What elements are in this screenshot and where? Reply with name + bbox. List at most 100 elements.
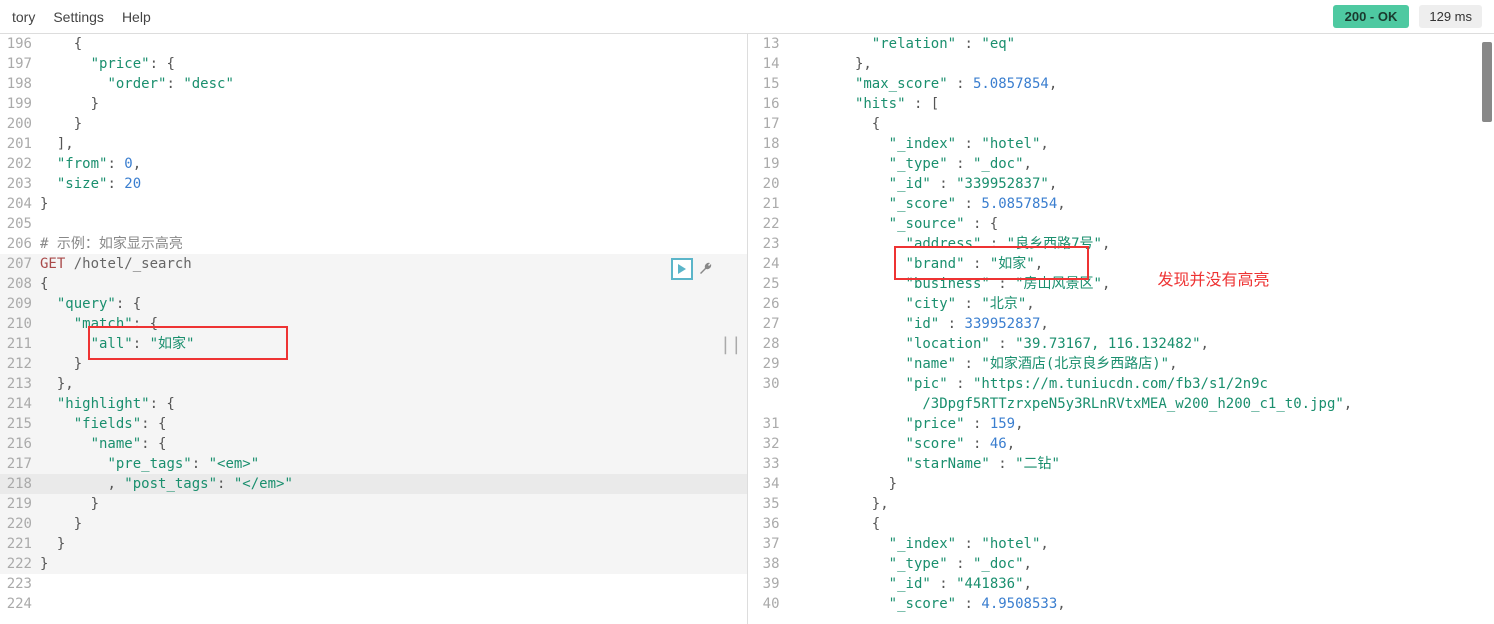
code-line[interactable]: 214 "highlight": { (0, 394, 747, 414)
wrench-icon[interactable] (695, 258, 717, 280)
line-content[interactable]: /3Dpgf5RTTzrxpeN5y3RLnRVtxMEA_w200_h200_… (788, 394, 1494, 414)
code-line[interactable]: 215 "fields": { (0, 414, 747, 434)
line-content[interactable]: GET /hotel/_search (40, 254, 747, 274)
code-line[interactable]: 33 "starName" : "二钻" (748, 454, 1494, 474)
code-line[interactable]: 200 } (0, 114, 747, 134)
code-line[interactable]: 35 }, (748, 494, 1494, 514)
code-line[interactable]: 216 "name": { (0, 434, 747, 454)
line-content[interactable] (40, 594, 747, 614)
code-line[interactable]: 37 "_index" : "hotel", (748, 534, 1494, 554)
code-line[interactable]: 211 "all": "如家" (0, 334, 747, 354)
line-content[interactable]: } (40, 114, 747, 134)
code-line[interactable]: 208{ (0, 274, 747, 294)
line-content[interactable]: # 示例：如家显示高亮 (40, 234, 747, 254)
code-line[interactable]: 15 "max_score" : 5.0857854, (748, 74, 1494, 94)
line-content[interactable]: , "post_tags": "</em>" (40, 474, 747, 494)
code-line[interactable]: 212 } (0, 354, 747, 374)
line-content[interactable]: } (40, 194, 747, 214)
line-content[interactable]: } (788, 474, 1494, 494)
code-line[interactable]: 23 "address" : "良乡西路7号", (748, 234, 1494, 254)
line-content[interactable]: } (40, 534, 747, 554)
code-line[interactable]: 25 "business" : "房山风景区", (748, 274, 1494, 294)
line-content[interactable]: } (40, 514, 747, 534)
line-content[interactable]: "hits" : [ (788, 94, 1494, 114)
line-content[interactable]: { (788, 114, 1494, 134)
line-content[interactable] (40, 574, 747, 594)
line-content[interactable]: "city" : "北京", (788, 294, 1494, 314)
code-line[interactable]: 27 "id" : 339952837, (748, 314, 1494, 334)
line-content[interactable]: { (788, 514, 1494, 534)
line-content[interactable]: }, (788, 54, 1494, 74)
code-line[interactable]: 218 , "post_tags": "</em>" (0, 474, 747, 494)
line-content[interactable]: "from": 0, (40, 154, 747, 174)
line-content[interactable]: "id" : 339952837, (788, 314, 1494, 334)
line-content[interactable]: "highlight": { (40, 394, 747, 414)
code-line[interactable]: 221 } (0, 534, 747, 554)
line-content[interactable]: "brand" : "如家", (788, 254, 1494, 274)
code-line[interactable]: 202 "from": 0, (0, 154, 747, 174)
line-content[interactable]: "_id" : "339952837", (788, 174, 1494, 194)
line-content[interactable]: "price": { (40, 54, 747, 74)
line-content[interactable]: "pic" : "https://m.tuniucdn.com/fb3/s1/2… (788, 374, 1494, 394)
line-content[interactable]: "pre_tags": "<em>" (40, 454, 747, 474)
code-line[interactable]: 205 (0, 214, 747, 234)
code-line[interactable]: 196 { (0, 34, 747, 54)
line-content[interactable]: }, (788, 494, 1494, 514)
code-line[interactable]: 24 "brand" : "如家", (748, 254, 1494, 274)
code-line[interactable]: 203 "size": 20 (0, 174, 747, 194)
line-content[interactable]: "location" : "39.73167, 116.132482", (788, 334, 1494, 354)
line-content[interactable]: } (40, 494, 747, 514)
code-line[interactable]: 26 "city" : "北京", (748, 294, 1494, 314)
menu-help[interactable]: Help (122, 9, 151, 25)
code-line[interactable]: 39 "_id" : "441836", (748, 574, 1494, 594)
line-content[interactable]: "_score" : 5.0857854, (788, 194, 1494, 214)
code-line[interactable]: 21 "_score" : 5.0857854, (748, 194, 1494, 214)
code-line[interactable]: 19 "_type" : "_doc", (748, 154, 1494, 174)
line-content[interactable]: "fields": { (40, 414, 747, 434)
code-line[interactable]: 213 }, (0, 374, 747, 394)
line-content[interactable]: "business" : "房山风景区", (788, 274, 1494, 294)
line-content[interactable]: "_id" : "441836", (788, 574, 1494, 594)
response-viewer[interactable]: 13 "relation" : "eq"14 },15 "max_score" … (748, 34, 1494, 624)
line-content[interactable] (40, 214, 747, 234)
code-line[interactable]: 20 "_id" : "339952837", (748, 174, 1494, 194)
line-content[interactable]: { (40, 34, 747, 54)
line-content[interactable]: "all": "如家" (40, 334, 747, 354)
code-line[interactable]: 28 "location" : "39.73167, 116.132482", (748, 334, 1494, 354)
code-line[interactable]: 18 "_index" : "hotel", (748, 134, 1494, 154)
code-line[interactable]: 22 "_source" : { (748, 214, 1494, 234)
line-content[interactable]: "_type" : "_doc", (788, 554, 1494, 574)
line-content[interactable]: "match": { (40, 314, 747, 334)
code-line[interactable]: 13 "relation" : "eq" (748, 34, 1494, 54)
line-content[interactable]: }, (40, 374, 747, 394)
menu-settings[interactable]: Settings (53, 9, 104, 25)
run-button[interactable] (671, 258, 693, 280)
code-line[interactable]: 16 "hits" : [ (748, 94, 1494, 114)
scrollbar-thumb[interactable] (1482, 42, 1492, 122)
line-content[interactable]: "order": "desc" (40, 74, 747, 94)
line-content[interactable]: "_source" : { (788, 214, 1494, 234)
code-line[interactable]: 224 (0, 594, 747, 614)
code-line[interactable]: 210 "match": { (0, 314, 747, 334)
code-line[interactable]: 30 "pic" : "https://m.tuniucdn.com/fb3/s… (748, 374, 1494, 394)
line-content[interactable]: "_score" : 4.9508533, (788, 594, 1494, 614)
code-line[interactable]: 38 "_type" : "_doc", (748, 554, 1494, 574)
line-content[interactable]: { (40, 274, 747, 294)
code-line[interactable]: 40 "_score" : 4.9508533, (748, 594, 1494, 614)
splitter-handle[interactable]: || (720, 334, 742, 355)
line-content[interactable]: } (40, 94, 747, 114)
code-line[interactable]: 204} (0, 194, 747, 214)
code-line[interactable]: 223 (0, 574, 747, 594)
code-line[interactable]: 32 "score" : 46, (748, 434, 1494, 454)
line-content[interactable]: "_index" : "hotel", (788, 534, 1494, 554)
code-line[interactable]: 14 }, (748, 54, 1494, 74)
line-content[interactable]: "size": 20 (40, 174, 747, 194)
code-line[interactable]: 198 "order": "desc" (0, 74, 747, 94)
code-line[interactable]: 217 "pre_tags": "<em>" (0, 454, 747, 474)
line-content[interactable]: "query": { (40, 294, 747, 314)
code-line[interactable]: 199 } (0, 94, 747, 114)
code-line[interactable]: 197 "price": { (0, 54, 747, 74)
line-content[interactable]: "_type" : "_doc", (788, 154, 1494, 174)
code-line[interactable]: 220 } (0, 514, 747, 534)
line-content[interactable]: } (40, 554, 747, 574)
